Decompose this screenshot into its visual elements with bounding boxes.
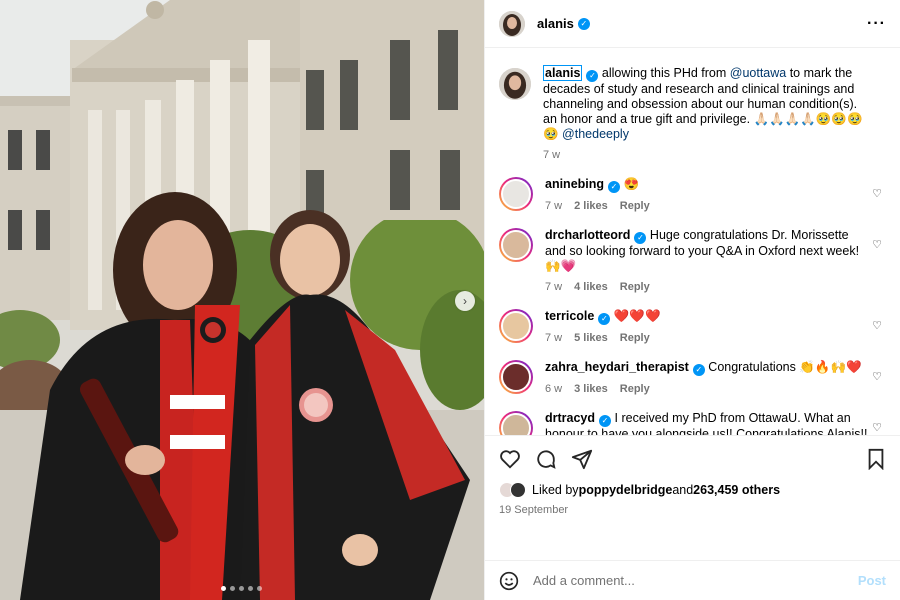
reply-button[interactable]: Reply [620,281,650,293]
verified-icon: ✓ [577,17,590,30]
comments-list: alanis ✓ allowing this PHd from @uottawa … [485,48,900,435]
comment-text: Congratulations 👏🔥🙌❤️ [708,360,862,374]
carousel-dot [221,586,226,591]
post-button[interactable]: Post [858,573,886,588]
comment-likes[interactable]: 2 likes [574,200,608,212]
share-icon[interactable] [571,448,593,470]
comment-likes[interactable]: 4 likes [574,281,608,293]
likes-summary: Liked by poppydelbridge and 263,459 othe… [499,482,886,498]
mention-link[interactable]: @thedeeply [562,127,629,141]
comment-username[interactable]: drcharlotteord [545,228,630,242]
avatar [501,311,531,341]
avatar [510,482,526,498]
reply-button[interactable]: Reply [620,383,650,395]
comment-username[interactable]: aninebing [545,177,604,191]
avatar[interactable] [499,10,525,37]
mention-link[interactable]: @uottawa [730,66,786,80]
carousel-indicator [221,586,262,591]
heart-icon[interactable]: ♡ [872,421,882,434]
comment-item: drcharlotteord ✓ Huge congratulations Dr.… [499,228,886,295]
avatar-ring[interactable] [499,228,533,262]
comment-time: 7 w [545,281,563,293]
carousel-dot [257,586,262,591]
carousel-dot [239,586,244,591]
next-slide-button[interactable]: › [455,291,475,311]
post-header: alanis ✓ ··· [485,0,900,48]
post-image[interactable]: › [0,0,484,600]
avatar [501,362,531,392]
more-icon[interactable]: ··· [867,15,886,33]
avatar [501,230,531,260]
comment-item: zahra_heydari_therapist ✓ Congratulations… [499,360,886,397]
comment-likes[interactable]: 5 likes [574,332,608,344]
liker-username[interactable]: poppydelbridge [579,483,673,497]
comment-text: ❤️❤️❤️ [613,309,661,323]
reply-button[interactable]: Reply [620,332,650,344]
avatar-ring[interactable] [499,309,533,343]
comment-likes[interactable]: 3 likes [574,383,608,395]
comment-input[interactable]: Add a comment... [533,573,858,588]
verified-icon: ✓ [634,232,647,244]
avatar-ring[interactable] [499,177,533,211]
heart-icon[interactable]: ♡ [872,319,882,332]
comment-time: 7 w [545,200,563,212]
carousel-dot [248,586,253,591]
avatar [501,179,531,209]
chevron-right-icon: › [463,294,467,308]
heart-icon[interactable]: ♡ [872,238,882,251]
post-modal: › alanis ✓ ··· alanis ✓ allowing this PH… [0,0,900,600]
avatar-ring[interactable] [499,411,533,435]
verified-icon: ✓ [599,415,612,427]
comment-username[interactable]: drtracyd [545,411,595,425]
comment-username[interactable]: terricole [545,309,594,323]
comment-time: 7 w [545,332,563,344]
caption-text: allowing this PHd from [601,66,730,80]
heart-icon[interactable]: ♡ [872,370,882,383]
comment-item: drtracyd ✓ I received my PhD from OttawaU… [499,411,886,435]
comment-icon[interactable] [535,448,557,470]
post-date: 19 September [499,504,569,516]
avatar[interactable] [499,68,531,100]
comment-text: 😍 [623,177,640,191]
verified-icon: ✓ [598,313,611,325]
caption: alanis ✓ allowing this PHd from @uottawa … [499,65,886,163]
verified-icon: ✓ [586,70,599,82]
comment-item: aninebing ✓ 😍 7 w 2 likes Reply ♡ [499,177,886,214]
add-comment-bar: Add a comment... Post [485,560,900,600]
likes-label: Liked by [532,483,579,497]
comment-time: 6 w [545,383,563,395]
comment-item: terricole ✓ ❤️❤️❤️ 7 w 5 likes Reply ♡ [499,309,886,346]
reply-button[interactable]: Reply [620,200,650,212]
carousel-dot [230,586,235,591]
graduates [20,192,470,600]
post-details-panel: alanis ✓ ··· alanis ✓ allowing this PHd f… [484,0,900,600]
avatar-ring[interactable] [499,360,533,394]
caption-time: 7 w [543,149,561,161]
bookmark-icon[interactable] [866,448,886,470]
verified-icon: ✓ [692,364,705,376]
heart-icon[interactable] [499,448,521,470]
verified-icon: ✓ [608,181,621,193]
comment-username[interactable]: zahra_heydari_therapist [545,360,689,374]
heart-icon[interactable]: ♡ [872,187,882,200]
likes-count[interactable]: 263,459 others [693,483,780,497]
likes-label: and [672,483,694,497]
post-actions: Liked by poppydelbridge and 263,459 othe… [485,435,900,560]
avatar [501,413,531,435]
post-author[interactable]: alanis [537,16,574,31]
emoji-icon[interactable] [499,571,519,591]
caption-username[interactable]: alanis [543,65,583,81]
